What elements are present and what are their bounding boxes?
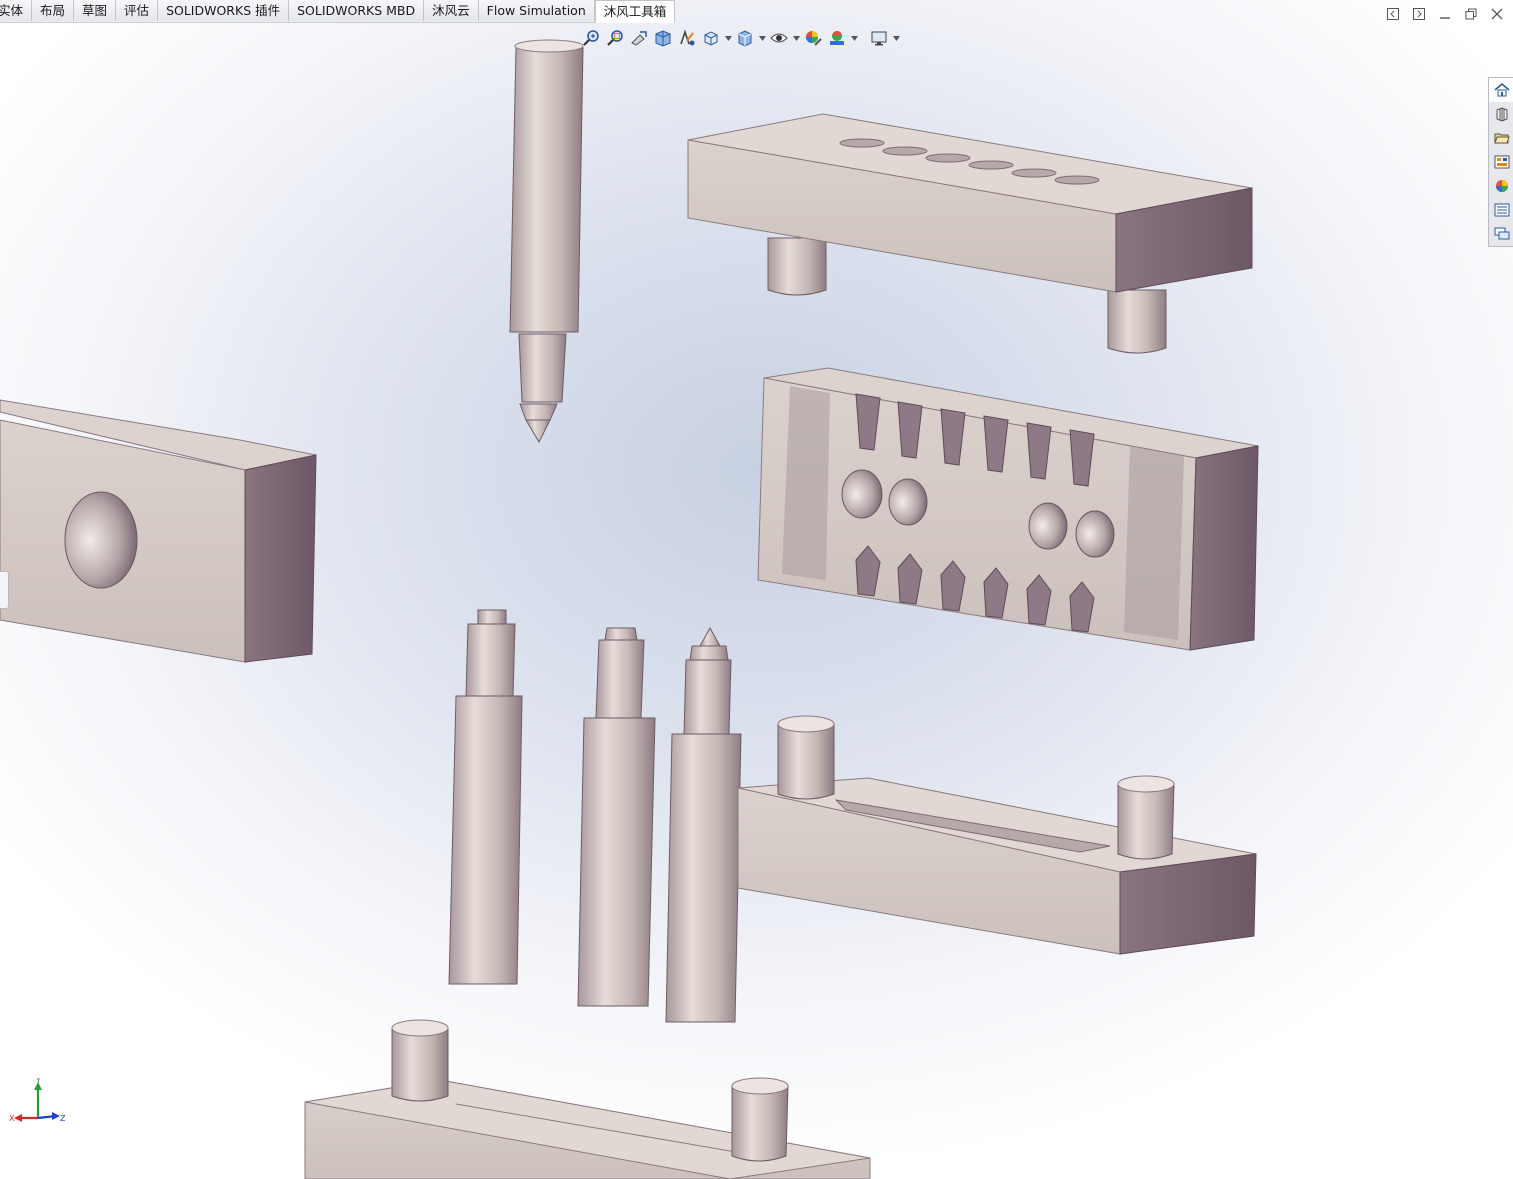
view-orientation-dropdown-icon[interactable] (724, 27, 732, 49)
tab-7[interactable]: Flow Simulation (478, 0, 595, 21)
zoom-to-fit-icon[interactable] (580, 27, 602, 49)
apply-scene-icon[interactable] (826, 27, 848, 49)
edit-appearance-icon[interactable] (802, 27, 824, 49)
triad-y-label: Y (35, 1078, 41, 1085)
reference-triad: Y X Z (9, 1078, 66, 1123)
design-library-icon[interactable] (1489, 102, 1513, 126)
section-view-icon[interactable] (652, 27, 674, 49)
display-style-icon[interactable] (734, 27, 756, 49)
core-pin-middle[interactable] (577, 627, 656, 1007)
close-icon[interactable] (1489, 6, 1505, 22)
tab-3[interactable]: 评估 (116, 0, 159, 21)
core-pin-left[interactable] (448, 609, 523, 985)
mold-cavity-block[interactable] (757, 367, 1259, 651)
ejector-pin-top[interactable] (509, 39, 584, 444)
tab-6[interactable]: 沐风云 (424, 0, 479, 21)
display-style-dropdown-icon[interactable] (758, 27, 766, 49)
model-scene[interactable] (0, 0, 1513, 1179)
dynamic-annotation-icon[interactable] (676, 27, 698, 49)
hide-show-dropdown-icon[interactable] (792, 27, 800, 49)
task-pane (1488, 77, 1513, 247)
previous-view-icon[interactable] (628, 27, 650, 49)
view-settings-icon[interactable] (868, 27, 890, 49)
appearances-scenes-icon[interactable] (1489, 174, 1513, 198)
tab-4[interactable]: SOLIDWORKS 插件 (158, 0, 290, 21)
hide-show-items-icon[interactable] (768, 27, 790, 49)
feature-manager-collapse-handle[interactable] (0, 571, 9, 609)
minimize-icon[interactable] (1437, 6, 1453, 22)
plate-bottom[interactable] (304, 1019, 871, 1179)
view-orientation-icon[interactable] (700, 27, 722, 49)
plate-left[interactable] (0, 399, 317, 663)
solidworks-resources-icon[interactable] (1489, 78, 1513, 102)
tile-left-icon[interactable] (1385, 6, 1401, 22)
command-manager-tabs: 实体 布局 草图 评估 SOLIDWORKS 插件 SOLIDWORKS MBD 沐风云 Fl… (0, 0, 676, 23)
tab-8[interactable]: 沐风工具箱 (594, 0, 676, 23)
plate-lower-right[interactable] (737, 715, 1257, 955)
tile-right-icon[interactable] (1411, 6, 1427, 22)
triad-z-label: Z (60, 1114, 66, 1123)
window-controls (1385, 6, 1505, 22)
forum-icon[interactable] (1489, 222, 1513, 246)
view-palette-icon[interactable] (1489, 150, 1513, 174)
plate-top-right[interactable] (687, 113, 1253, 354)
restore-icon[interactable] (1463, 6, 1479, 22)
tab-5[interactable]: SOLIDWORKS MBD (289, 0, 425, 21)
core-pin-right[interactable] (665, 626, 742, 1023)
file-explorer-icon[interactable] (1489, 126, 1513, 150)
tab-2[interactable]: 草图 (74, 0, 117, 21)
custom-properties-icon[interactable] (1489, 198, 1513, 222)
view-settings-dropdown-icon[interactable] (892, 27, 900, 49)
tab-0[interactable]: 实体 (0, 0, 33, 21)
heads-up-view-toolbar (580, 26, 900, 50)
apply-scene-dropdown-icon[interactable] (850, 27, 858, 49)
tab-1[interactable]: 布局 (32, 0, 75, 21)
zoom-to-area-icon[interactable] (604, 27, 626, 49)
graphics-area[interactable]: 实体 布局 草图 评估 SOLIDWORKS 插件 SOLIDWORKS MBD 沐风云 Fl… (0, 0, 1513, 1179)
triad-x-label: X (9, 1114, 15, 1123)
